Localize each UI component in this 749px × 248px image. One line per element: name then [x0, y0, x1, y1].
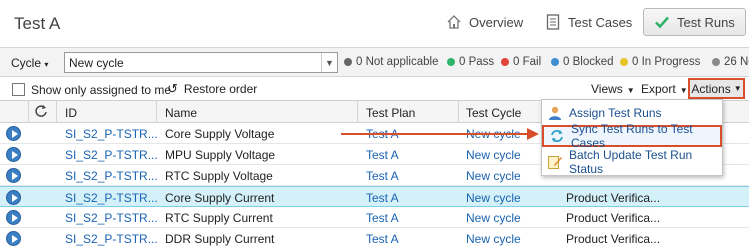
row-id[interactable]: SI_S2_P-TSTR... — [65, 232, 158, 246]
tab-test-runs[interactable]: Test Runs — [643, 8, 746, 36]
undo-icon: ↺ — [167, 81, 178, 96]
status-in-progress[interactable]: 0 In Progress — [620, 56, 700, 68]
refresh-icon[interactable] — [34, 104, 48, 121]
row-test-case-name: Product Verifica... — [566, 232, 661, 246]
row-id[interactable]: SI_S2_P-TSTR... — [65, 148, 158, 162]
column-header-name[interactable]: Name — [165, 106, 197, 120]
row-test-plan[interactable]: Test A — [366, 232, 399, 246]
status-pass[interactable]: 0 Pass — [447, 56, 494, 68]
play-icon[interactable] — [6, 126, 21, 141]
document-icon — [545, 14, 561, 30]
row-test-plan[interactable]: Test A — [366, 191, 399, 205]
menu-item-assign-test-runs[interactable]: Assign Test Runs — [542, 102, 722, 124]
row-test-cycle[interactable]: New cycle — [466, 169, 521, 183]
cycle-select-value: New cycle — [69, 56, 124, 70]
play-icon[interactable] — [6, 190, 21, 205]
status-fail[interactable]: 0 Fail — [501, 56, 541, 68]
row-name: DDR Supply Current — [165, 232, 275, 246]
row-test-cycle[interactable]: New cycle — [466, 232, 521, 246]
sync-icon — [549, 128, 565, 144]
row-name: Core Supply Voltage — [165, 127, 275, 141]
tab-test-cases[interactable]: Test Cases — [545, 8, 632, 36]
page-header: Test A Overview Test Cases Test Runs — [0, 0, 749, 46]
row-test-case-name: Product Verifica... — [566, 211, 661, 225]
table-row-selected[interactable]: SI_S2_P-TSTR... Core Supply Current Test… — [0, 186, 749, 207]
actions-dropdown-menu: Assign Test Runs Sync Test Runs to Test … — [541, 99, 723, 176]
play-icon[interactable] — [6, 231, 21, 246]
status-dot-icon — [712, 58, 720, 66]
row-name: RTC Supply Current — [165, 211, 273, 225]
column-header-test-cycle[interactable]: Test Cycle — [466, 106, 521, 120]
tab-overview-label: Overview — [469, 14, 524, 30]
callout-arrow-line — [341, 133, 531, 135]
page-title: Test A — [14, 14, 61, 33]
status-dot-icon — [344, 58, 352, 66]
table-row[interactable]: SI_S2_P-TSTR... DDR Supply Current Test … — [0, 228, 749, 248]
home-icon — [446, 14, 462, 30]
row-name: MPU Supply Voltage — [165, 148, 276, 162]
column-header-id[interactable]: ID — [65, 106, 77, 120]
tab-test-runs-label: Test Runs — [677, 14, 735, 30]
play-icon[interactable] — [6, 168, 21, 183]
restore-order-button[interactable]: ↺ Restore order — [167, 81, 257, 97]
column-header-test-plan[interactable]: Test Plan — [366, 106, 415, 120]
row-id[interactable]: SI_S2_P-TSTR... — [65, 191, 158, 205]
row-test-cycle[interactable]: New cycle — [466, 211, 521, 225]
show-assigned-label: Show only assigned to me — [31, 83, 172, 97]
cycle-select[interactable]: New cycle ▼ — [64, 52, 338, 73]
row-test-plan[interactable]: Test A — [366, 169, 399, 183]
status-new[interactable]: 26 Ne — [712, 56, 749, 68]
row-test-plan[interactable]: Test A — [366, 148, 399, 162]
row-test-case-name: Product Verifica... — [566, 191, 661, 205]
row-id[interactable]: SI_S2_P-TSTR... — [65, 127, 158, 141]
row-test-cycle[interactable]: New cycle — [466, 148, 521, 162]
play-icon[interactable] — [6, 210, 21, 225]
status-blocked[interactable]: 0 Blocked — [551, 56, 614, 68]
status-not-applicable[interactable]: 0 Not applicable — [344, 56, 438, 68]
table-row[interactable]: SI_S2_P-TSTR... RTC Supply Current Test … — [0, 207, 749, 228]
show-assigned-checkbox[interactable] — [12, 83, 25, 96]
status-dot-icon — [501, 58, 509, 66]
edit-icon — [547, 154, 563, 170]
toolbar: Show only assigned to me ↺ Restore order… — [0, 78, 749, 100]
row-id[interactable]: SI_S2_P-TSTR... — [65, 211, 158, 225]
row-test-cycle[interactable]: New cycle — [466, 191, 521, 205]
export-menu-button[interactable]: Export ▼ — [641, 82, 688, 96]
tab-test-cases-label: Test Cases — [568, 14, 633, 30]
row-name: RTC Supply Voltage — [165, 169, 273, 183]
callout-arrow-head — [527, 128, 539, 140]
row-name: Core Supply Current — [165, 191, 275, 205]
chevron-down-icon[interactable]: ▼ — [321, 53, 337, 72]
status-dot-icon — [447, 58, 455, 66]
status-dot-icon — [551, 58, 559, 66]
menu-item-batch-update[interactable]: Batch Update Test Run Status — [542, 148, 722, 176]
user-icon — [547, 105, 563, 121]
play-icon[interactable] — [6, 147, 21, 162]
row-id[interactable]: SI_S2_P-TSTR... — [65, 169, 158, 183]
checkmark-icon — [654, 14, 670, 30]
menu-item-sync-test-runs[interactable]: Sync Test Runs to Test Cases — [542, 122, 722, 150]
tab-overview[interactable]: Overview — [446, 8, 523, 36]
actions-menu-button[interactable]: Actions ▼ — [688, 78, 745, 99]
row-test-plan[interactable]: Test A — [366, 211, 399, 225]
filter-bar: Cycle ▾ New cycle ▼ 0 Not applicable 0 P… — [0, 47, 749, 77]
status-dot-icon — [620, 58, 628, 66]
cycle-label: Cycle ▾ — [11, 56, 49, 70]
views-menu-button[interactable]: Views ▼ — [591, 82, 635, 96]
